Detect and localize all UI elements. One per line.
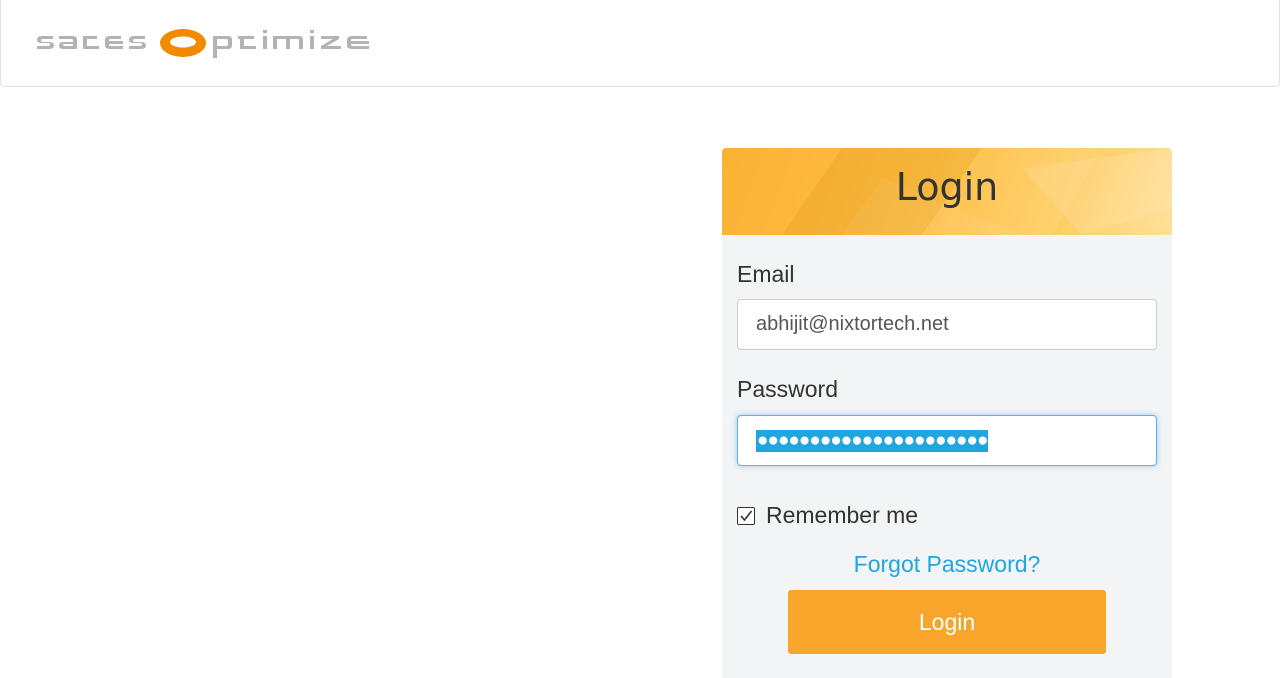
- login-panel-header: Login: [722, 148, 1172, 235]
- top-navbar: salesoptimize: [0, 0, 1280, 87]
- check-icon: [740, 510, 753, 521]
- login-panel: Login Email Password ●●●●●●●●●●●●●●●●●●●…: [722, 148, 1172, 678]
- remember-me: Remember me: [737, 502, 918, 529]
- remember-me-checkbox[interactable]: [737, 506, 755, 525]
- password-masked-value: ●●●●●●●●●●●●●●●●●●●●●●: [756, 429, 988, 452]
- login-title: Login: [895, 165, 999, 209]
- brand-logo[interactable]: salesoptimize: [35, 26, 391, 62]
- remember-me-label[interactable]: Remember me: [766, 502, 918, 529]
- password-field[interactable]: ●●●●●●●●●●●●●●●●●●●●●●: [737, 415, 1157, 466]
- forgot-password-link[interactable]: Forgot Password?: [722, 551, 1172, 578]
- email-label: Email: [737, 261, 795, 287]
- email-field[interactable]: [737, 299, 1157, 350]
- login-button[interactable]: Login: [788, 590, 1106, 654]
- password-label: Password: [737, 376, 838, 402]
- salesoptimize-logo-icon: [37, 29, 369, 58]
